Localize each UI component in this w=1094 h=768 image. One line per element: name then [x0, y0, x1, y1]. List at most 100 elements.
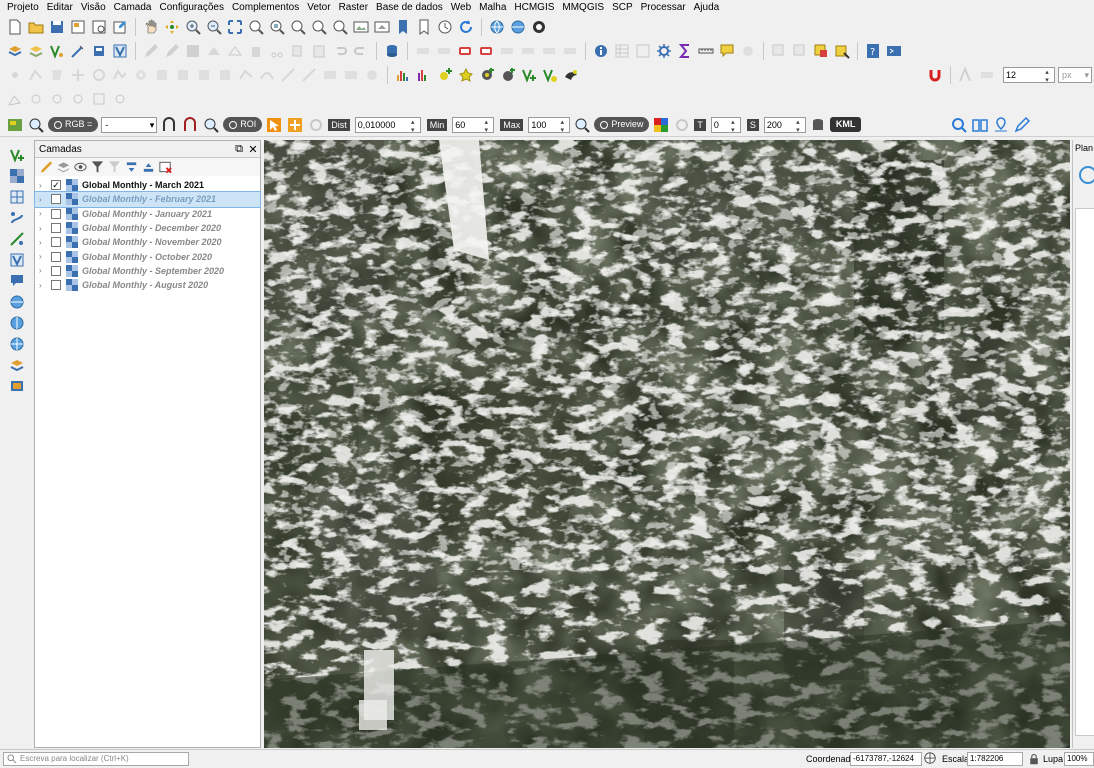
preview-redo-icon[interactable]	[673, 116, 691, 134]
layer-tree-row[interactable]: › Global Monthly - January 2021	[35, 207, 260, 221]
s-spinbox[interactable]: 200	[763, 116, 806, 133]
field-calculator-icon[interactable]	[634, 42, 652, 60]
preview-toggle[interactable]: Preview	[594, 117, 650, 132]
web-globe-icon[interactable]	[488, 18, 506, 36]
float-panel-icon[interactable]: ⧉	[232, 143, 246, 156]
dist-spinbox[interactable]: 0,010000	[354, 116, 421, 133]
roi-redo-icon[interactable]	[307, 116, 325, 134]
layer-tree-row[interactable]: › ✓ Global Monthly - March 2021	[35, 178, 260, 192]
label-unit-combo[interactable]: px	[1058, 67, 1092, 83]
mesh-edit-icon[interactable]	[111, 90, 129, 108]
rgb-toggle[interactable]: RGB =	[48, 117, 99, 132]
add-vector-layer-side-icon[interactable]	[6, 146, 28, 164]
edit-pencil-icon[interactable]	[142, 42, 160, 60]
add-arcgis-layer-icon[interactable]	[6, 335, 28, 353]
layer-visibility-checkbox[interactable]	[51, 280, 61, 291]
classification-preview-icon[interactable]	[652, 116, 670, 134]
open-project-icon[interactable]	[27, 18, 45, 36]
help-icon[interactable]: ?	[864, 42, 882, 60]
move-feature-icon[interactable]	[69, 66, 87, 84]
move-label-icon[interactable]	[498, 42, 516, 60]
layer-visibility-checkbox[interactable]	[51, 251, 61, 262]
scp-zoom-input-icon[interactable]	[27, 116, 45, 134]
vertex-tool-icon[interactable]	[226, 42, 244, 60]
zoom-selection-icon[interactable]	[247, 18, 265, 36]
menu-scp[interactable]: SCP	[609, 0, 638, 15]
layer-visibility-checkbox[interactable]: ✓	[51, 180, 61, 191]
rotate-feature-icon[interactable]	[90, 66, 108, 84]
add-part-icon[interactable]	[153, 66, 171, 84]
add-delimited-text-icon[interactable]	[69, 42, 87, 60]
min-spinbox[interactable]: 60	[452, 116, 495, 133]
digitize-polygon-icon[interactable]	[48, 66, 66, 84]
redo-icon[interactable]	[352, 42, 370, 60]
new-map-view-icon[interactable]	[352, 18, 370, 36]
new-layer-icon[interactable]	[27, 42, 45, 60]
expand-arrow-icon[interactable]: ›	[39, 181, 51, 190]
max-spinbox[interactable]: 100	[528, 116, 571, 133]
add-point-icon[interactable]	[436, 66, 454, 84]
expand-all-icon[interactable]	[124, 160, 139, 175]
mesh-transform-icon[interactable]	[48, 90, 66, 108]
vertex-remove-icon[interactable]	[541, 66, 559, 84]
reshape-icon[interactable]	[237, 66, 255, 84]
label-font-icon[interactable]	[957, 66, 975, 84]
zoom-last-icon[interactable]	[310, 18, 328, 36]
menu-raster[interactable]: Raster	[336, 0, 373, 15]
save-edits-icon[interactable]	[184, 42, 202, 60]
add-ring-icon[interactable]	[132, 66, 150, 84]
copy-features-icon[interactable]	[289, 42, 307, 60]
rotate-label-icon[interactable]	[519, 42, 537, 60]
add-gps-layer-icon[interactable]	[6, 230, 28, 248]
close-panel-icon[interactable]: ✕	[246, 143, 260, 156]
histogram-icon[interactable]	[394, 66, 412, 84]
mesh-digitize-icon[interactable]	[6, 90, 24, 108]
menu-editar[interactable]: Editar	[44, 0, 78, 15]
toggle-editing-icon[interactable]	[163, 42, 181, 60]
map-search-icon[interactable]	[950, 116, 968, 134]
delete-part-icon[interactable]	[216, 66, 234, 84]
add-wfs-layer-icon[interactable]	[6, 293, 28, 311]
menu-hcmgis[interactable]: HCMGIS	[511, 0, 559, 15]
mesh-reindex-icon[interactable]	[90, 90, 108, 108]
split-parts-icon[interactable]	[300, 66, 318, 84]
layer-tree-row[interactable]: › Global Monthly - November 2020	[35, 235, 260, 249]
expand-arrow-icon[interactable]: ›	[39, 209, 51, 218]
delete-selected-icon[interactable]	[247, 42, 265, 60]
menu-complementos[interactable]: Complementos	[229, 0, 304, 15]
split-features-icon[interactable]	[279, 66, 297, 84]
layer-tree-row[interactable]: › Global Monthly - December 2020	[35, 221, 260, 235]
map-book-icon[interactable]	[971, 116, 989, 134]
new-bookmark-icon[interactable]	[394, 18, 412, 36]
location-pin-icon[interactable]	[992, 116, 1010, 134]
digitize-line-icon[interactable]	[27, 66, 45, 84]
rgb-minus-icon[interactable]	[181, 116, 199, 134]
expand-arrow-icon[interactable]: ›	[39, 238, 51, 247]
web-service-icon[interactable]	[509, 18, 527, 36]
menu-ajuda[interactable]: Ajuda	[691, 0, 725, 15]
python-console-icon[interactable]	[885, 42, 903, 60]
label-settings-icon[interactable]	[477, 42, 495, 60]
add-node-icon[interactable]	[499, 66, 517, 84]
filter-expression-icon[interactable]	[107, 160, 122, 175]
style-manager-icon[interactable]	[111, 18, 129, 36]
menu-web[interactable]: Web	[448, 0, 476, 15]
digitize-point-icon[interactable]	[6, 66, 24, 84]
map-edit-icon[interactable]	[1013, 116, 1031, 134]
add-group-icon[interactable]	[56, 160, 71, 175]
rotate-symbols-icon[interactable]	[363, 66, 381, 84]
layer-tree-row[interactable]: › Global Monthly - September 2020	[35, 264, 260, 278]
new-project-icon[interactable]	[6, 18, 24, 36]
lock-scale-icon[interactable]	[1028, 752, 1040, 766]
coordinate-field[interactable]: -6173787,-12624	[850, 752, 922, 766]
change-label-icon[interactable]	[540, 42, 558, 60]
menu-base-de-dados[interactable]: Base de dados	[373, 0, 448, 15]
processing-toolbox-icon[interactable]	[655, 42, 673, 60]
zoom-layer-icon[interactable]	[268, 18, 286, 36]
layer-visibility-checkbox[interactable]	[51, 237, 61, 248]
label-size-spinbox[interactable]: 12	[1003, 67, 1055, 83]
text-annotation-icon[interactable]	[739, 42, 757, 60]
zoom-in-icon[interactable]	[184, 18, 202, 36]
zoom-full-icon[interactable]	[226, 18, 244, 36]
add-delimited-side-icon[interactable]	[6, 209, 28, 227]
